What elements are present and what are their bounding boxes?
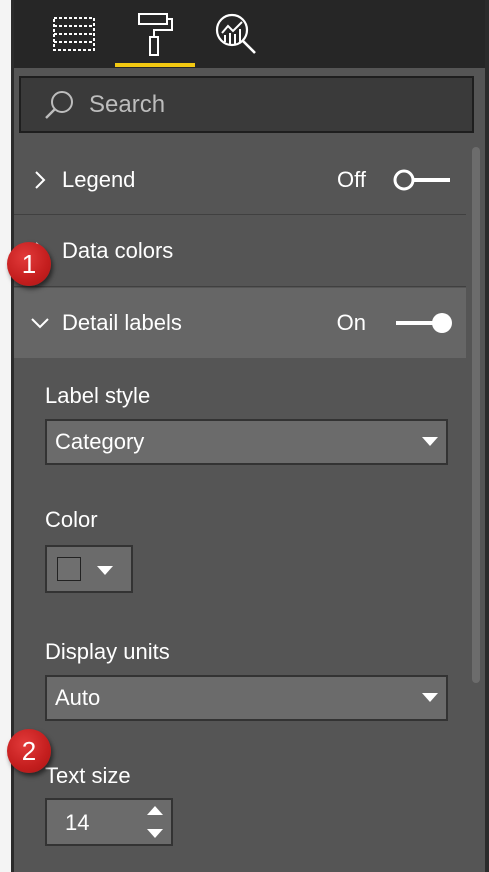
- detail-labels-toggle[interactable]: [392, 311, 454, 335]
- callout-badge-1: 1: [7, 242, 51, 286]
- chevron-down-icon: [31, 318, 49, 329]
- search-input[interactable]: Search: [19, 76, 474, 133]
- section-legend-label: Legend: [62, 166, 136, 192]
- search-icon: [45, 90, 73, 119]
- caret-down-icon: [97, 566, 113, 575]
- text-size-stepper[interactable]: 14: [45, 798, 173, 846]
- section-legend[interactable]: Legend Off: [14, 145, 466, 215]
- stepper-up-arrow-icon[interactable]: [147, 806, 163, 815]
- format-pane: Search Legend Off Data colors Detail lab…: [14, 0, 485, 872]
- legend-toggle[interactable]: [392, 168, 454, 192]
- display-units-select[interactable]: Auto: [45, 675, 448, 721]
- chevron-right-icon: [35, 170, 46, 189]
- analytics-magnifier-icon[interactable]: [210, 8, 262, 60]
- color-swatch: [57, 557, 81, 581]
- color-picker[interactable]: [45, 545, 133, 593]
- caret-down-icon: [422, 437, 438, 446]
- analytics-icon: [215, 13, 256, 54]
- fields-grid-icon: [53, 17, 95, 51]
- label-style-value: Category: [55, 429, 145, 454]
- right-window-edge: [485, 0, 489, 872]
- detail-labels-toggle-state: On: [336, 310, 366, 335]
- pane-toolbar: [14, 0, 485, 68]
- section-data-colors-label: Data colors: [62, 237, 174, 263]
- display-units-label: Display units: [45, 639, 170, 664]
- display-units-value: Auto: [55, 685, 101, 710]
- text-size-value: 14: [65, 810, 90, 835]
- search-placeholder: Search: [89, 90, 166, 118]
- section-data-colors[interactable]: Data colors: [14, 215, 466, 287]
- caret-down-icon: [422, 693, 438, 702]
- stepper-down-arrow-icon[interactable]: [147, 829, 163, 838]
- scrollbar-thumb[interactable]: [472, 147, 480, 683]
- legend-toggle-state: Off: [337, 166, 366, 192]
- section-detail-labels-label: Detail labels: [62, 310, 182, 335]
- color-label: Color: [45, 507, 98, 532]
- section-detail-labels[interactable]: Detail labels On: [14, 288, 466, 358]
- text-size-label: Text size: [45, 763, 131, 788]
- label-style-label: Label style: [45, 383, 151, 408]
- callout-badge-2: 2: [7, 729, 51, 773]
- format-paint-roller-icon[interactable]: [129, 8, 181, 60]
- active-tab-indicator: [115, 63, 195, 67]
- paint-roller-icon: [138, 13, 173, 56]
- label-style-select[interactable]: Category: [45, 419, 448, 465]
- fields-icon[interactable]: [48, 8, 100, 60]
